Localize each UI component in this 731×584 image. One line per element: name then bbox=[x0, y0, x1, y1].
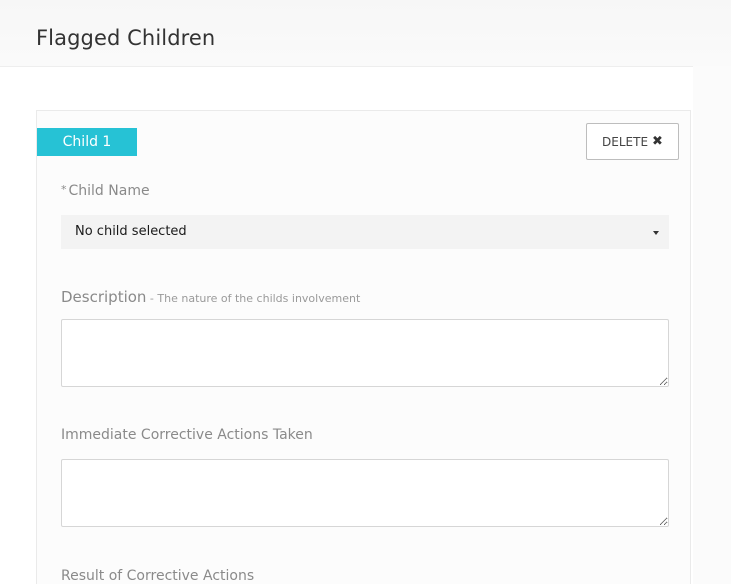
child-name-label-text: Child Name bbox=[68, 183, 150, 199]
required-marker: * bbox=[61, 183, 67, 196]
delete-button[interactable]: DELETE ✖ bbox=[586, 123, 679, 160]
child-card: Child 1 DELETE ✖ * Child Name No child se… bbox=[36, 110, 691, 584]
immediate-actions-label: Immediate Corrective Actions Taken bbox=[61, 427, 313, 443]
child-tag: Child 1 bbox=[37, 128, 137, 156]
page: Flagged Children Child 1 DELETE ✖ * Child… bbox=[0, 0, 731, 584]
description-label-text: Description bbox=[61, 288, 147, 306]
caret-down-icon bbox=[653, 231, 659, 235]
side-gutter bbox=[693, 66, 731, 584]
immediate-actions-textarea[interactable] bbox=[61, 459, 669, 527]
description-label: Description - The nature of the childs i… bbox=[61, 288, 360, 306]
child-name-label: * Child Name bbox=[61, 183, 150, 199]
delete-button-label: DELETE bbox=[602, 134, 649, 149]
page-title: Flagged Children bbox=[36, 26, 216, 50]
times-icon: ✖ bbox=[652, 134, 663, 149]
description-textarea[interactable] bbox=[61, 319, 669, 387]
page-header: Flagged Children bbox=[0, 0, 731, 67]
child-name-selected-value: No child selected bbox=[75, 224, 187, 239]
result-actions-label: Result of Corrective Actions bbox=[61, 568, 255, 584]
child-name-select[interactable]: No child selected bbox=[61, 215, 669, 249]
description-hint: - The nature of the childs involvement bbox=[146, 292, 361, 305]
